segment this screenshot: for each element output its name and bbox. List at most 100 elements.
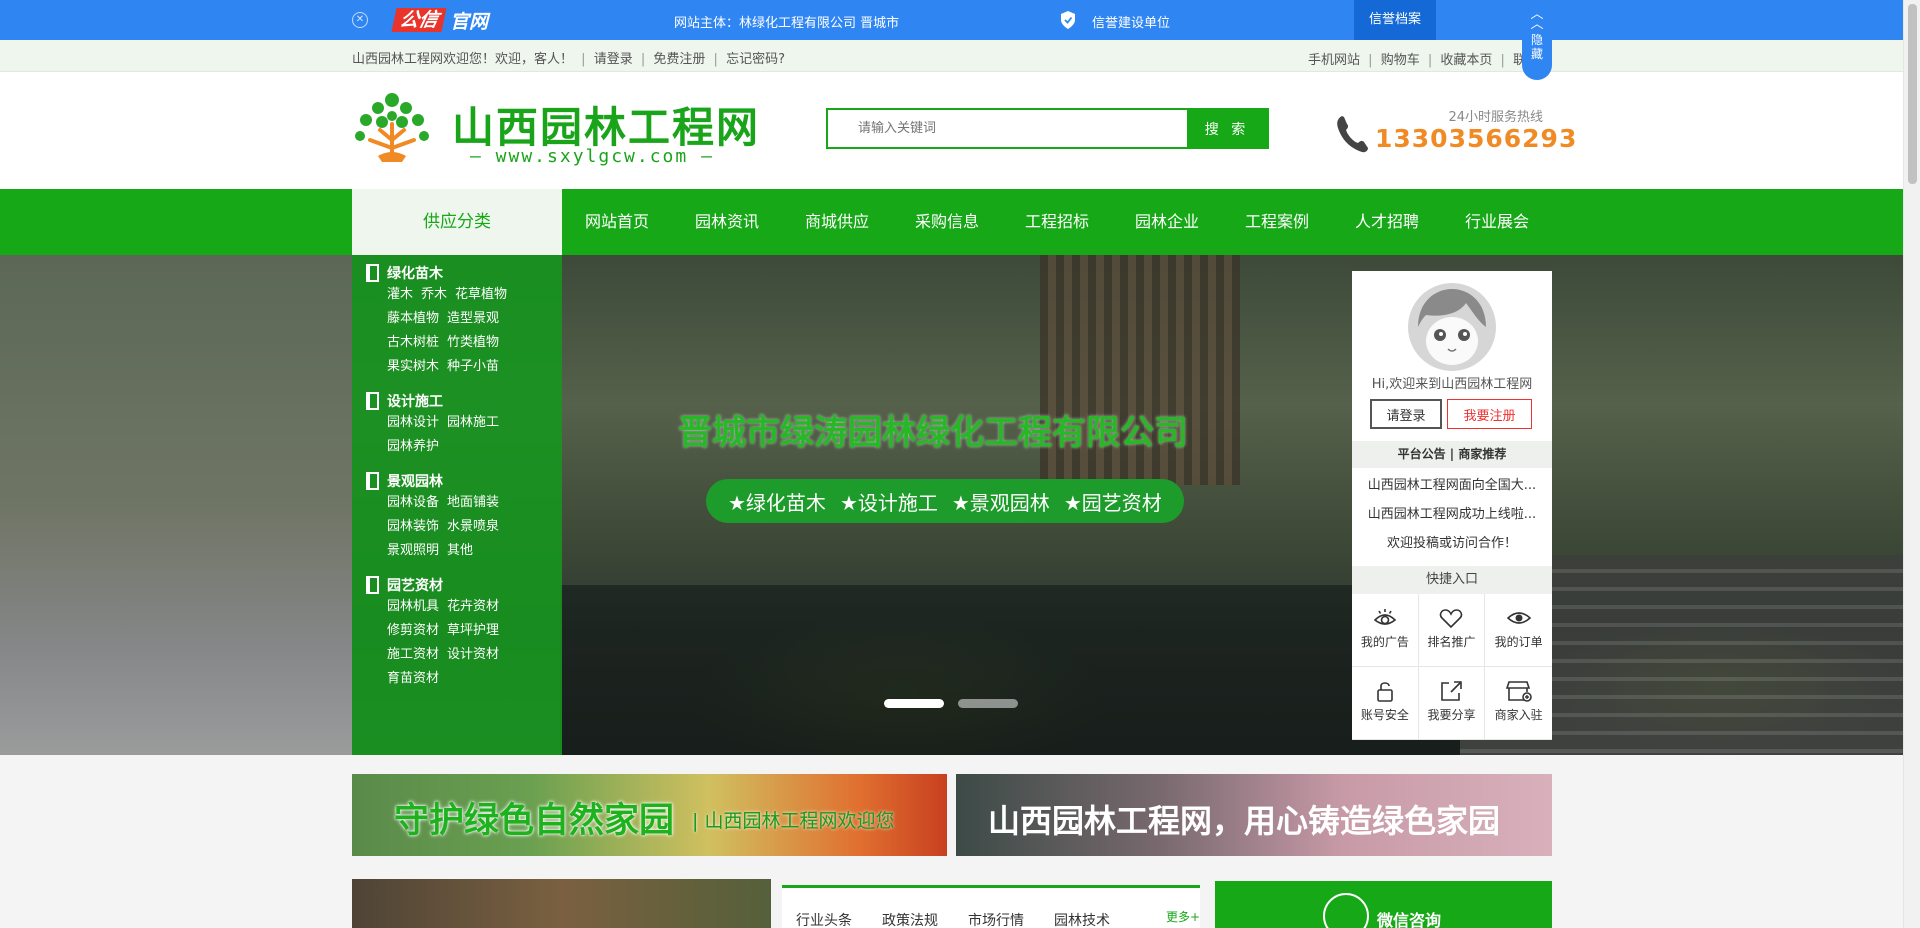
mobile-site-link[interactable]: 手机网站 — [1308, 53, 1360, 68]
category-title[interactable]: 设计施工 — [387, 391, 443, 411]
notice-item[interactable]: 欢迎投稿或访问合作！ — [1352, 529, 1552, 558]
nav-category-tab[interactable]: 供应分类 — [352, 189, 562, 255]
banner-slider[interactable]: 晋城市绿涛园林绿化工程有限公司 ★绿化苗木 ★设计施工 ★景观园林 ★园艺资材 — [0, 255, 1903, 755]
tab-market[interactable]: 市场行情 — [968, 910, 1024, 928]
category-title[interactable]: 绿化苗木 — [387, 263, 443, 283]
category-link[interactable]: 园林设计 — [387, 415, 439, 430]
category-group: 绿化苗木 灌木 乔木 花草植物 藤本植物 造型景观 古木树桩 竹类植物 果实树木 种子小苗 — [352, 263, 562, 379]
wechat-label: 微信咨询 — [1377, 911, 1442, 928]
category-link[interactable]: 设计资材 — [447, 647, 499, 662]
category-link[interactable]: 修剪资材 — [387, 623, 439, 638]
nav-item-jobs[interactable]: 人才招聘 — [1332, 189, 1442, 255]
notice-list: 山西园林工程网面向全国大... 山西园林工程网成功上线啦... 欢迎投稿或访问合… — [1352, 471, 1552, 558]
forgot-password-link[interactable]: 忘记密码? — [726, 52, 785, 67]
quick-my-ads[interactable]: 我的广告 — [1352, 594, 1419, 667]
category-link[interactable]: 景观照明 — [387, 543, 439, 558]
category-link[interactable]: 园林装饰 — [387, 519, 439, 534]
category-group: 景观园林 园林设备 地面铺装 园林装饰 水景喷泉 景观照明 其他 — [352, 471, 562, 563]
notice-item[interactable]: 山西园林工程网成功上线啦... — [1352, 500, 1552, 529]
banner-tag: ★设计施工 — [839, 490, 938, 515]
login-button[interactable]: 请登录 — [1370, 399, 1442, 429]
category-link[interactable]: 育苗资材 — [387, 671, 439, 686]
quick-account-security[interactable]: 账号安全 — [1352, 667, 1419, 740]
category-title[interactable]: 景观园林 — [387, 471, 443, 491]
bookmark-link[interactable]: 收藏本页 — [1440, 53, 1492, 68]
main-nav: 供应分类 网站首页 园林资讯 商城供应 采购信息 工程招标 园林企业 工程案例 … — [0, 189, 1903, 255]
category-link[interactable]: 古木树桩 — [387, 335, 439, 350]
banner-title: 晋城市绿涛园林绿化工程有限公司 — [678, 413, 1188, 453]
category-link[interactable]: 花草植物 — [455, 287, 507, 302]
hide-bar-button[interactable]: ︿ ︿ 隐藏 — [1522, 0, 1552, 80]
store-icon — [1505, 681, 1532, 702]
category-link[interactable]: 水景喷泉 — [447, 519, 499, 534]
nav-item-home[interactable]: 网站首页 — [562, 189, 672, 255]
scrollbar-thumb[interactable] — [1908, 4, 1917, 184]
site-subject-text: 网站主体：林绿化工程有限公司 晋城市 — [674, 16, 900, 31]
category-link[interactable]: 花卉资材 — [447, 599, 499, 614]
chevron-up-icon: ︿ ︿ — [1530, 7, 1544, 32]
category-link[interactable]: 乔木 — [421, 287, 447, 302]
ad-banner-left[interactable]: 守护绿色自然家园 | 山西园林工程网欢迎您 — [352, 774, 947, 856]
news-more-link[interactable]: 更多+ — [1166, 908, 1200, 925]
nav-item-bidding[interactable]: 工程招标 — [1002, 189, 1112, 255]
category-link[interactable]: 园林施工 — [447, 415, 499, 430]
tab-industry-headlines[interactable]: 行业头条 — [796, 910, 852, 928]
nav-item-news[interactable]: 园林资讯 — [672, 189, 782, 255]
quick-share[interactable]: 我要分享 — [1418, 667, 1486, 740]
category-link[interactable]: 其他 — [447, 543, 473, 558]
ad-left-subtitle: | 山西园林工程网欢迎您 — [692, 810, 895, 832]
banner-tags: ★绿化苗木 ★设计施工 ★景观园林 ★园艺资材 — [706, 479, 1184, 523]
category-link[interactable]: 园林机具 — [387, 599, 439, 614]
notice-item[interactable]: 山西园林工程网面向全国大... — [1352, 471, 1552, 500]
category-link[interactable]: 地面铺装 — [447, 495, 499, 510]
close-icon[interactable]: ✕ — [352, 12, 368, 28]
quick-entry-grid: 我的广告 排名推广 我的订单 账号安全 我要分享 商家入驻 — [1352, 594, 1552, 740]
nav-item-supply[interactable]: 商城供应 — [782, 189, 892, 255]
category-link[interactable]: 草坪护理 — [447, 623, 499, 638]
cart-link[interactable]: 购物车 — [1381, 53, 1420, 68]
category-link[interactable]: 园林设备 — [387, 495, 439, 510]
search-input[interactable] — [828, 110, 1188, 147]
banner-tag: ★园艺资材 — [1063, 490, 1162, 515]
search-button[interactable]: 搜 索 — [1187, 110, 1267, 147]
category-link[interactable]: 藤本植物 — [387, 311, 439, 326]
quick-my-orders[interactable]: 我的订单 — [1485, 594, 1552, 667]
ad-banner-right[interactable]: 山西园林工程网，用心铸造绿色家园 — [956, 774, 1552, 856]
tab-technology[interactable]: 园林技术 — [1054, 910, 1110, 928]
slider-dot-2[interactable] — [958, 699, 1018, 708]
nav-item-purchase[interactable]: 采购信息 — [892, 189, 1002, 255]
tab-policy[interactable]: 政策法规 — [882, 910, 938, 928]
category-title[interactable]: 园艺资材 — [387, 575, 443, 595]
quick-entry-title: 快捷入口 — [1352, 566, 1552, 594]
user-panel: Hi,欢迎来到山西园林工程网 请登录 我要注册 平台公告 | 商家推荐 山西园林… — [1352, 271, 1552, 740]
category-link[interactable]: 施工资材 — [387, 647, 439, 662]
quick-promotion[interactable]: 排名推广 — [1418, 594, 1486, 667]
category-link[interactable]: 园林养护 — [387, 439, 439, 454]
hotline-number: 13303566293 — [1375, 124, 1578, 153]
nav-item-companies[interactable]: 园林企业 — [1112, 189, 1222, 255]
category-link[interactable]: 造型景观 — [447, 311, 499, 326]
tree-logo-icon[interactable] — [352, 90, 432, 166]
credit-unit-text: 信誉建设单位 — [1092, 16, 1171, 31]
register-link[interactable]: 免费注册 — [653, 52, 705, 67]
page-scrollbar[interactable] — [1903, 0, 1920, 928]
category-group: 园艺资材 园林机具 花卉资材 修剪资材 草坪护理 施工资材 设计资材 育苗资材 — [352, 575, 562, 691]
category-link[interactable]: 灌木 — [387, 287, 413, 302]
gongxin-logo[interactable]: 公信 官网 — [391, 8, 488, 33]
wechat-consult[interactable]: 微信咨询 — [1215, 881, 1552, 928]
category-group: 设计施工 园林设计 园林施工 园林养护 — [352, 391, 562, 459]
quick-merchant-join[interactable]: 商家入驻 — [1485, 667, 1552, 740]
login-link[interactable]: 请登录 — [594, 52, 633, 67]
category-link[interactable]: 竹类植物 — [447, 335, 499, 350]
category-link[interactable]: 种子小苗 — [447, 359, 499, 374]
nav-item-cases[interactable]: 工程案例 — [1222, 189, 1332, 255]
register-button[interactable]: 我要注册 — [1447, 399, 1532, 429]
nav-item-expo[interactable]: 行业展会 — [1442, 189, 1552, 255]
notice-tabs[interactable]: 平台公告 | 商家推荐 — [1352, 441, 1552, 468]
credit-archive-button[interactable]: 信誉档案 — [1354, 0, 1436, 40]
slider-dot-1[interactable] — [884, 699, 944, 708]
news-image[interactable] — [352, 879, 771, 928]
search-box: 搜 索 — [826, 108, 1269, 149]
category-marker-icon — [366, 264, 379, 282]
category-link[interactable]: 果实树木 — [387, 359, 439, 374]
